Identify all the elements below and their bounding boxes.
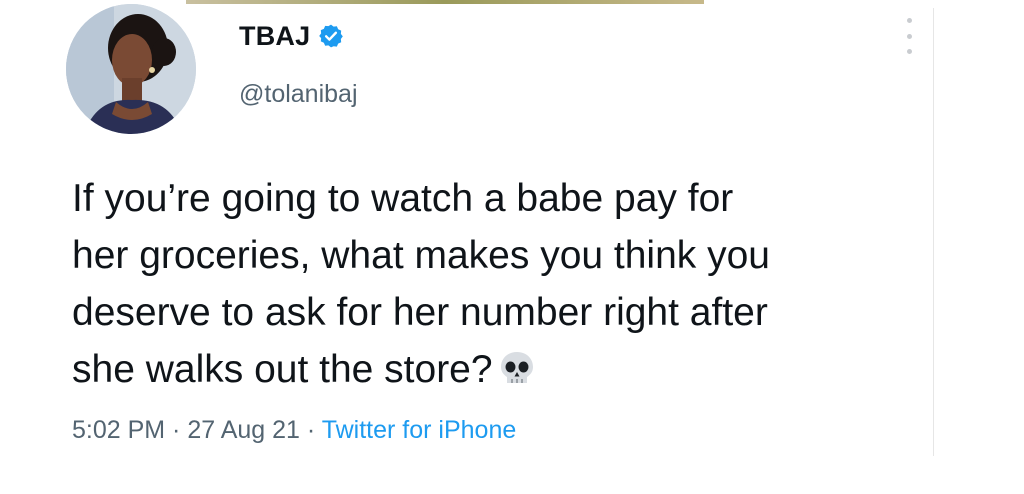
author-name-row[interactable]: TBAJ [239,18,344,54]
more-options-icon[interactable] [902,18,916,54]
display-name[interactable]: TBAJ [239,21,310,52]
tweet-date[interactable]: 27 Aug 21 [187,416,300,444]
tweet-text-line: If you’re going to watch a babe pay for [72,177,734,220]
tweet-text-last-line: she walks out the store? [72,341,932,398]
tweet-text-line: deserve to ask for her number right afte… [72,291,768,334]
more-dot [906,49,912,54]
meta-separator: · [299,416,322,444]
tweet-card: TBAJ @tolanibaj If you’re going to watch… [0,0,1024,494]
tweet-text: If you’re going to watch a babe pay for … [72,170,932,398]
tweet-text-line: her groceries, what makes you think you [72,234,771,277]
tweet-text-line: she walks out the store? [72,348,493,391]
more-dot [906,33,912,39]
tweet-metadata: 5:02 PM · 27 Aug 21 · Twitter for iPhone [72,416,516,445]
tweet-source-link[interactable]: Twitter for iPhone [322,416,517,444]
verified-badge-icon [318,23,344,49]
avatar[interactable] [66,4,196,134]
more-dot [906,18,912,23]
username-handle[interactable]: @tolanibaj [239,80,358,109]
meta-separator: · [165,416,188,444]
tweet-time[interactable]: 5:02 PM [72,416,165,444]
avatar-photo [66,4,196,134]
skull-icon [497,347,537,387]
